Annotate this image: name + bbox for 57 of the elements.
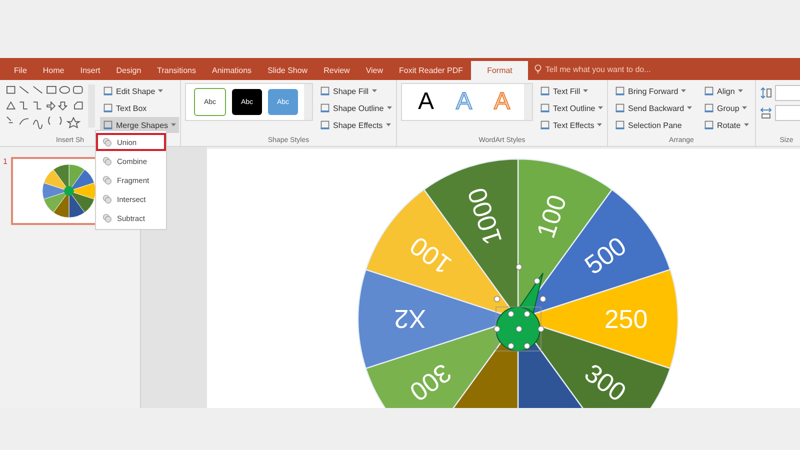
ribbon-button[interactable]: Group <box>701 100 752 116</box>
gallery-scrollbar[interactable] <box>304 84 312 120</box>
square-icon <box>540 103 550 113</box>
ribbon-tab[interactable]: File <box>6 61 35 80</box>
square-icon <box>320 120 330 130</box>
ribbon-button[interactable]: Send Backward <box>612 100 696 116</box>
ribbon-tab[interactable]: Design <box>108 61 150 80</box>
tell-me-field[interactable]: Tell me what you want to do... <box>545 64 706 74</box>
wheel-label: X2 <box>394 304 426 334</box>
ribbon-tab[interactable]: Format <box>471 61 528 80</box>
square-icon <box>320 103 330 113</box>
square-icon <box>704 86 714 96</box>
ribbon-button[interactable]: Text Outline <box>537 100 606 116</box>
wheel-label: 1000 <box>461 184 508 248</box>
ribbon-button[interactable]: Align <box>701 83 752 99</box>
ribbon-button[interactable]: Text Effects <box>537 117 606 133</box>
square-icon <box>540 86 550 96</box>
ribbon-tab[interactable]: Insert <box>72 61 108 80</box>
shapes-gallery[interactable] <box>4 83 96 129</box>
ribbon-button[interactable]: Text Box <box>100 100 180 116</box>
ribbon-button[interactable]: Edit Shape <box>100 83 180 99</box>
lightbulb-icon <box>534 64 542 74</box>
square-icon <box>103 103 113 113</box>
square-icon <box>103 86 113 96</box>
wheel-label: 250 <box>604 304 648 334</box>
ribbon-button[interactable]: Rotate <box>701 117 752 133</box>
ribbon-tab[interactable]: View <box>358 61 392 80</box>
ribbon-button[interactable]: Selection Pane <box>612 117 696 133</box>
ribbon-tab[interactable]: Slide Show <box>260 61 316 80</box>
ribbon-button[interactable]: Shape Fill <box>317 83 395 99</box>
square-icon <box>615 120 625 130</box>
wheel-label: 300 <box>404 358 457 408</box>
ribbon-tab[interactable]: Home <box>34 61 72 80</box>
ribbon-button[interactable]: Bring Forward <box>612 83 696 99</box>
ribbon-button[interactable]: Text Fill <box>537 83 606 99</box>
square-icon <box>615 86 625 96</box>
gallery-scrollbar[interactable] <box>524 84 532 120</box>
ribbon-tab[interactable]: Transitions <box>149 61 204 80</box>
style-swatch[interactable]: A <box>410 89 442 115</box>
square-icon <box>320 86 330 96</box>
ribbon-tab[interactable]: Review <box>316 61 358 80</box>
square-icon <box>540 120 550 130</box>
ribbon-tab[interactable]: Foxit Reader PDF <box>391 61 472 80</box>
square-icon <box>704 103 714 113</box>
wheel-label: 100 <box>530 191 572 242</box>
ribbon-button[interactable]: Shape Outline <box>317 100 395 116</box>
square-icon <box>103 120 113 130</box>
ribbon-button[interactable]: Shape Effects <box>317 117 395 133</box>
square-icon <box>704 120 714 130</box>
slide-number: 1 <box>3 157 8 168</box>
wheel-label: 500 <box>579 230 632 280</box>
wheel-label: 300 <box>579 358 632 408</box>
square-icon <box>615 103 625 113</box>
ribbon-tab[interactable]: Animations <box>204 61 260 80</box>
wheel-label: 100 <box>404 230 457 280</box>
width-icon <box>760 107 772 119</box>
height-icon <box>760 87 772 99</box>
